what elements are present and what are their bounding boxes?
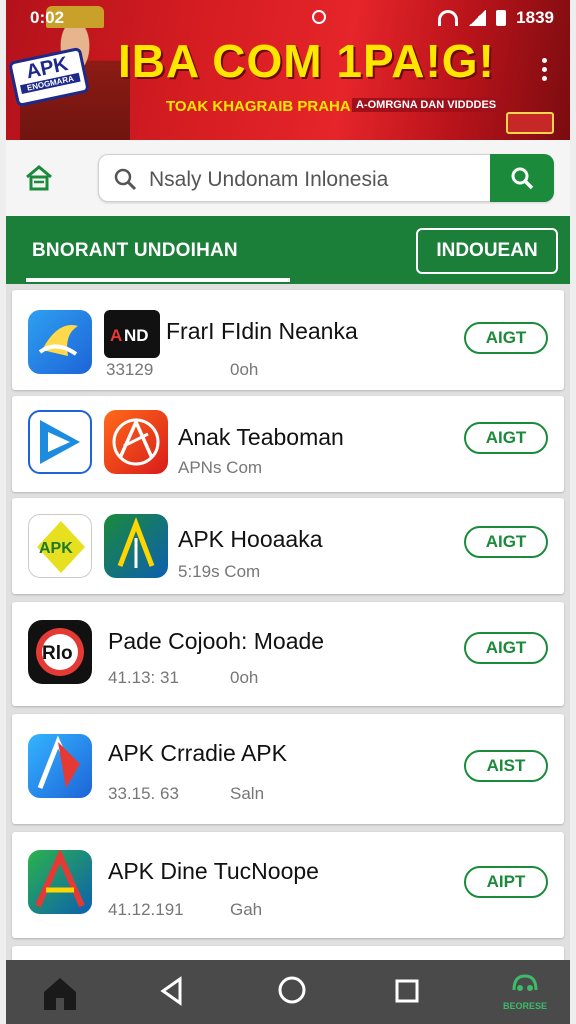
- get-button[interactable]: AIST: [464, 750, 548, 782]
- green-a-icon: [28, 850, 92, 914]
- banner-subtitle-right: A-OMRGNA DAN VIDDDES: [352, 98, 501, 112]
- blue-play-icon: [28, 410, 92, 474]
- banner-title: IBA COM 1PA!G!: [118, 35, 495, 87]
- list-item[interactable]: A ND FrarI FIdin Neanka 33129 0oh AIGT: [12, 290, 564, 390]
- app-list[interactable]: A ND FrarI FIdin Neanka 33129 0oh AIGT An…: [6, 284, 570, 960]
- red-compass-icon: [104, 410, 168, 474]
- status-clock-right: 1839: [516, 8, 554, 27]
- app-name: Pade Cojooh: Moade: [108, 628, 325, 654]
- browse-label: BEORESE: [502, 1001, 547, 1011]
- rlo-icon: Rlo: [28, 620, 92, 684]
- phone-screen: APK ENOGMARA IBA COM 1PA!G! TOAK KHAGRAI…: [0, 0, 576, 1024]
- banner-subtitle: TOAK KHAGRAIB PRAHA: [166, 98, 351, 115]
- signal-icon: [468, 10, 487, 26]
- status-time: 0:02: [30, 8, 65, 27]
- and-logo-icon: A ND: [104, 310, 160, 358]
- browse-icon: [512, 974, 538, 991]
- search-input[interactable]: Nsaly Undonam Inlonesia: [98, 154, 554, 202]
- wifi-icon: [438, 10, 459, 26]
- more-options-icon[interactable]: [542, 58, 548, 84]
- search-button-icon: [511, 167, 534, 190]
- search-button[interactable]: [490, 154, 554, 202]
- home-icon[interactable]: [40, 974, 80, 1012]
- home-circle-icon[interactable]: [276, 974, 308, 1006]
- svg-text:Rlo: Rlo: [42, 643, 73, 664]
- app-name: APK Crradie APK: [108, 740, 287, 766]
- tab-indicator: [26, 278, 290, 282]
- tab-active[interactable]: BNORANT UNDOIHAN: [32, 240, 238, 262]
- svg-text:ND: ND: [124, 326, 149, 345]
- app-name: APK Hooaaka: [178, 526, 323, 552]
- list-item[interactable]: [12, 946, 564, 960]
- app-meta: 41.13: 31: [108, 668, 179, 687]
- app-meta-secondary: 0oh: [230, 360, 259, 379]
- recents-icon[interactable]: [394, 978, 420, 1004]
- search-row: Nsaly Undonam Inlonesia: [6, 140, 570, 216]
- search-icon: [114, 168, 137, 191]
- svg-text:A: A: [110, 326, 122, 345]
- svg-text:APK: APK: [39, 540, 73, 557]
- app-meta: 41.12.191: [108, 900, 184, 919]
- get-button[interactable]: AIGT: [464, 322, 548, 354]
- browse-button[interactable]: BEORESE: [502, 970, 548, 1011]
- banner-badge: [506, 112, 554, 134]
- blue-a-icon: [28, 734, 92, 798]
- back-icon[interactable]: [158, 976, 186, 1006]
- app-meta: 33129: [106, 360, 154, 379]
- tab-bar: BNORANT UNDOIHAN INDOUEAN: [6, 216, 570, 284]
- app-meta: 5:19s Com: [178, 562, 261, 581]
- search-placeholder: Nsaly Undonam Inlonesia: [149, 168, 389, 191]
- get-button[interactable]: AIGT: [464, 422, 548, 454]
- get-button[interactable]: AIPT: [464, 866, 548, 898]
- get-button[interactable]: AIGT: [464, 632, 548, 664]
- apk-yellow-icon: APK: [28, 514, 92, 578]
- app-name: APK Dine TucNoope: [108, 858, 319, 884]
- get-button[interactable]: AIGT: [464, 526, 548, 558]
- app-name: Anak Teaboman: [178, 424, 344, 450]
- navigation-bar: BEORESE: [6, 960, 570, 1024]
- battery-icon: [496, 10, 507, 26]
- status-bar: 0:02 1839: [0, 0, 576, 34]
- app-meta: 33.15. 63: [108, 784, 179, 803]
- list-item[interactable]: Anak Teaboman APNs Com AIGT: [12, 396, 564, 492]
- list-item[interactable]: APK Crradie APK 33.15. 63 Saln AIST: [12, 714, 564, 824]
- app-name: FrarI FIdin Neanka: [166, 318, 358, 344]
- list-item[interactable]: APK APK Hooaaka 5:19s Com AIGT: [12, 498, 564, 594]
- green-arrow-icon: [104, 514, 168, 578]
- app-meta-secondary: 0oh: [230, 668, 259, 687]
- blue-bird-icon: [28, 310, 92, 374]
- app-meta-secondary: Saln: [230, 784, 265, 803]
- app-meta: APNs Com: [178, 458, 263, 477]
- home-outline-icon[interactable]: [24, 164, 54, 192]
- list-item[interactable]: Rlo Pade Cojooh: Moade 41.13: 31 0oh AIG…: [12, 602, 564, 706]
- app-meta-secondary: Gah: [230, 900, 263, 919]
- notification-icon: [312, 10, 326, 24]
- tab-indonesia-button[interactable]: INDOUEAN: [416, 228, 558, 274]
- list-item[interactable]: APK Dine TucNoope 41.12.191 Gah AIPT: [12, 832, 564, 938]
